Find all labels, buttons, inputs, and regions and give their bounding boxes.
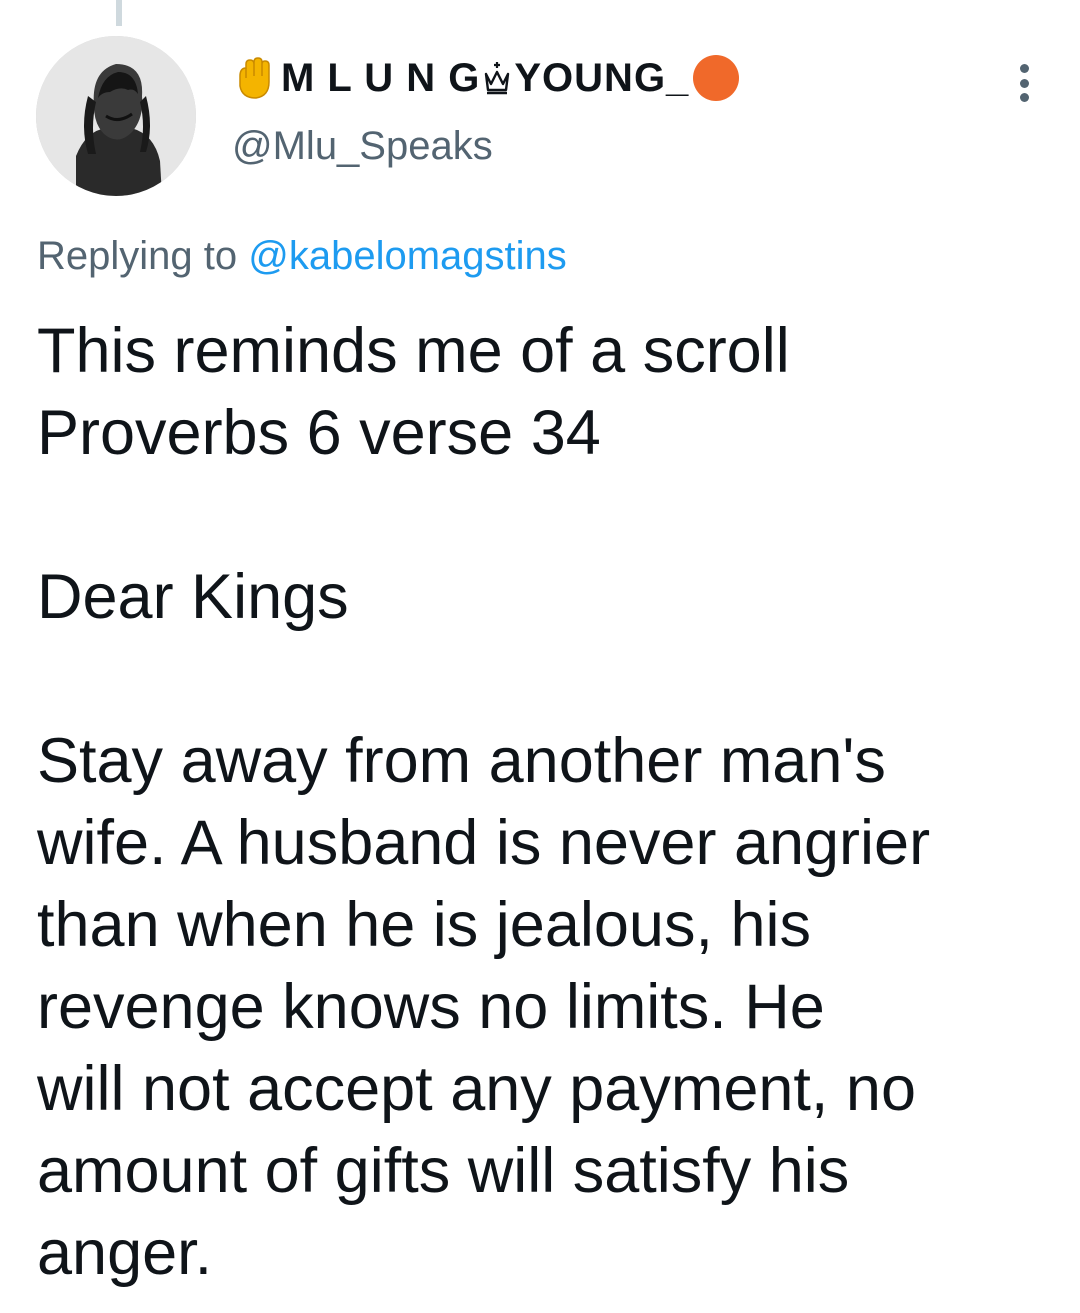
avatar-image (36, 36, 196, 196)
display-name-prefix: 󠁧M L U N G (280, 55, 481, 100)
tweet-header: 󠁧M L U N G YOUNG_ @Mlu_Speaks (232, 50, 992, 169)
tweet-paragraph: This reminds me of a scroll Proverbs 6 v… (37, 316, 790, 468)
tweet-text: This reminds me of a scroll Proverbs 6 v… (37, 310, 1037, 1294)
replying-to-line: Replying to @kabelomagstins (37, 234, 567, 279)
crown-icon (482, 60, 512, 96)
more-options-icon[interactable] (1018, 64, 1030, 102)
thread-connector-line (116, 0, 122, 26)
tweet-paragraph: Stay away from another man's wife. A hus… (37, 726, 931, 1288)
replying-to-prefix: Replying to (37, 234, 249, 278)
raised-fist-icon (232, 56, 276, 100)
tweet-paragraph-spacer (37, 474, 1037, 556)
replying-to-link[interactable]: @kabelomagstins (248, 234, 567, 278)
tweet-paragraph: Dear Kings (37, 562, 349, 632)
display-name[interactable]: 󠁧M L U N G YOUNG_ (232, 50, 992, 106)
tweet-paragraph-spacer (37, 638, 1037, 720)
more-dot (1019, 64, 1029, 73)
orange-circle-icon (693, 55, 740, 101)
display-name-suffix: YOUNG_ (514, 55, 690, 100)
more-dot (1019, 93, 1029, 102)
avatar[interactable] (36, 36, 196, 196)
more-dot (1019, 78, 1029, 88)
author-handle[interactable]: @Mlu_Speaks (232, 124, 992, 169)
